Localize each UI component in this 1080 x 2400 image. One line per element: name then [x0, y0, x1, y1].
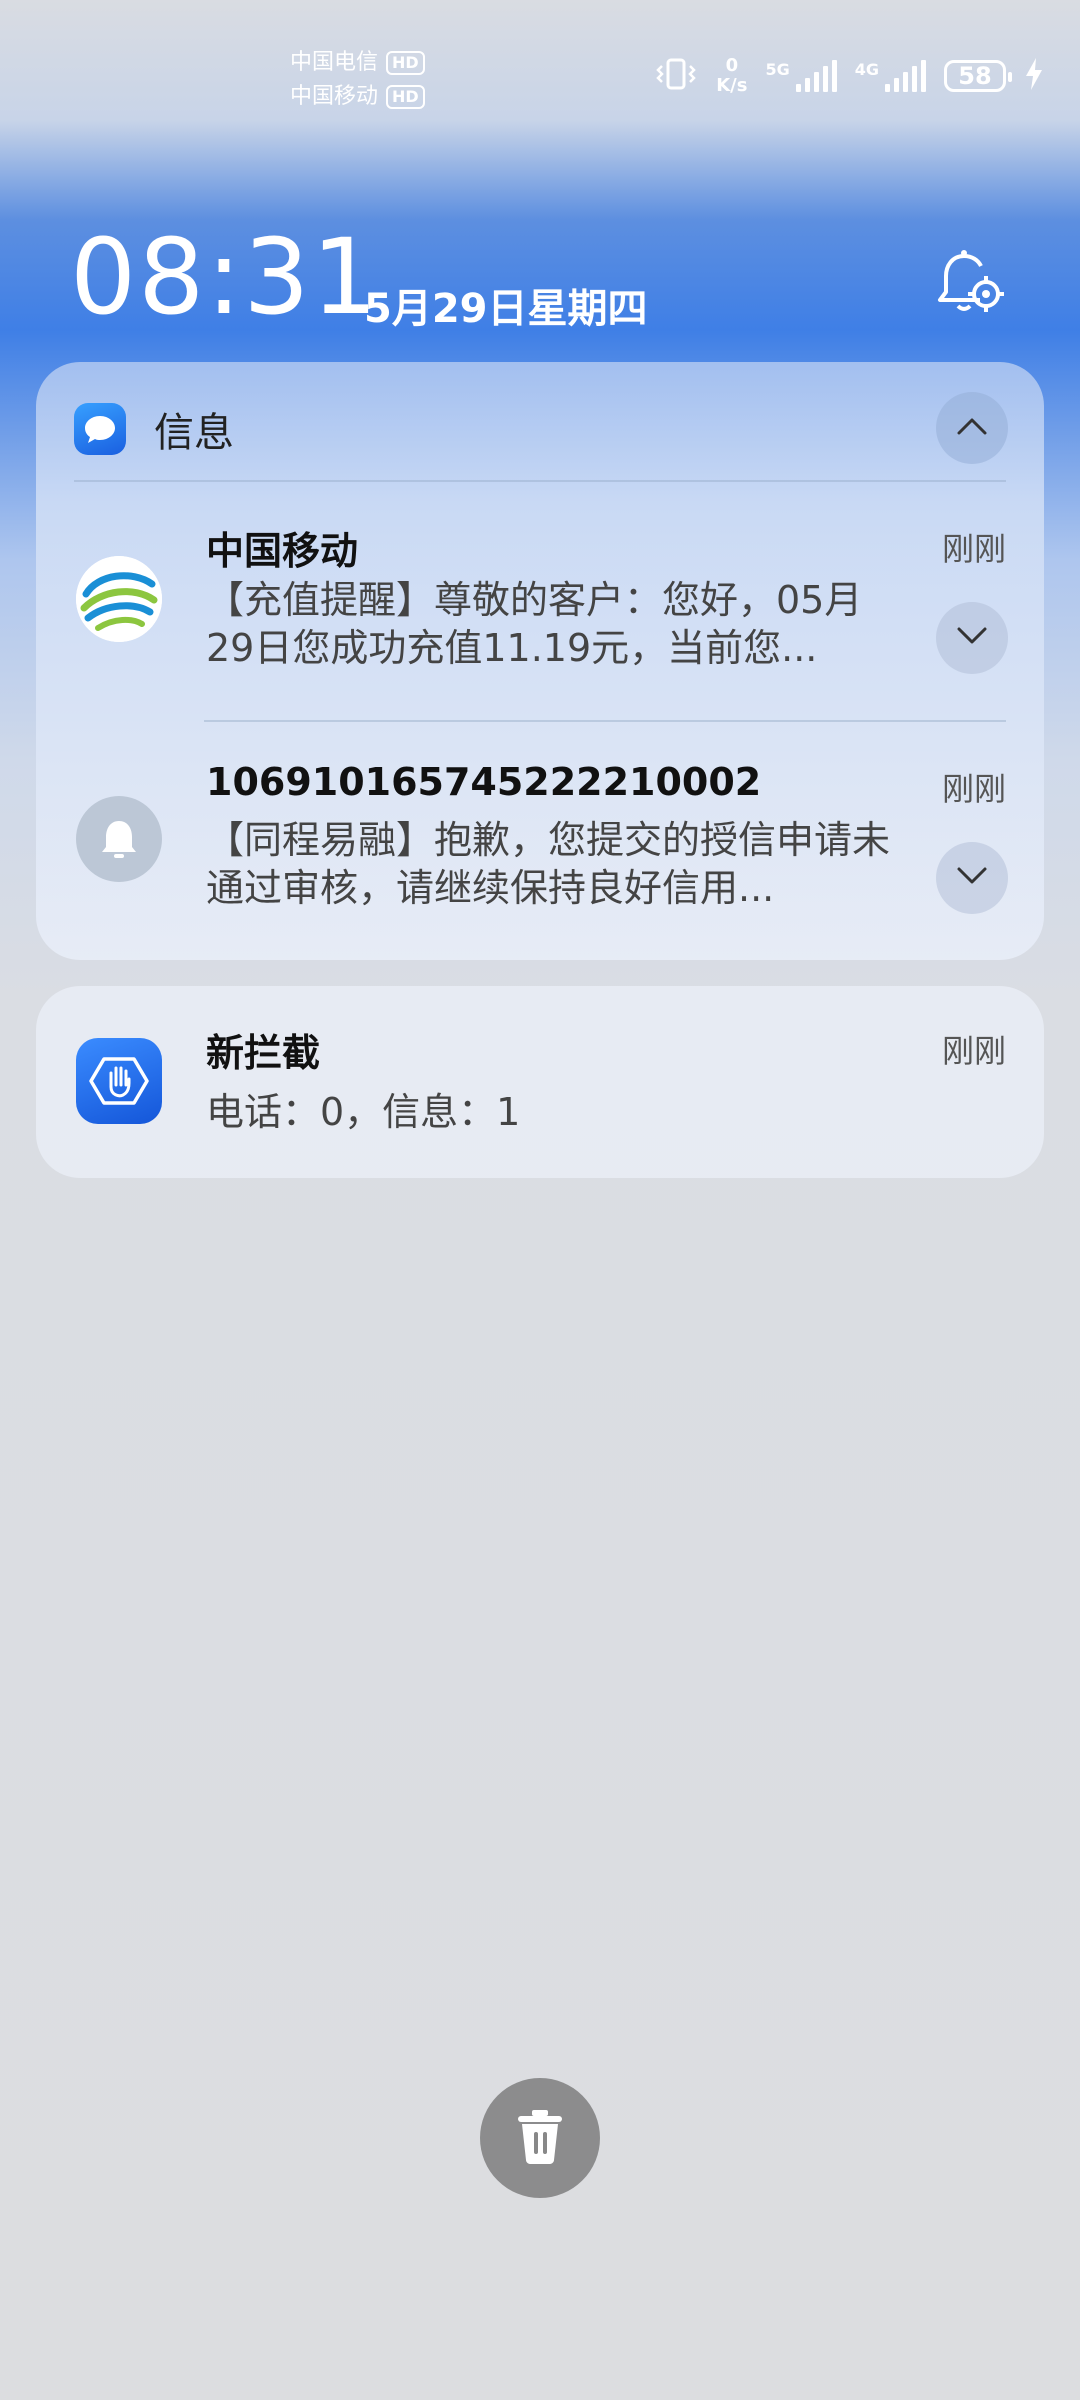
speed-unit: K/s [716, 75, 748, 96]
chevron-down-icon [956, 866, 988, 890]
collapse-button[interactable] [936, 392, 1008, 464]
trash-icon [512, 2106, 568, 2170]
notification-body: 【同程易融】抱歉，您提交的授信申请未通过审核，请继续保持良好信用... [206, 818, 891, 910]
message-notification-item[interactable]: 106910165745222210002 刚刚 【同程易融】抱歉，您提交的授信… [36, 720, 1044, 960]
chevron-up-icon [956, 416, 988, 440]
notification-settings-icon[interactable] [932, 248, 1006, 322]
carrier-2-label: 中国移动 [290, 84, 379, 109]
expand-button[interactable] [936, 602, 1008, 674]
expand-button[interactable] [936, 842, 1008, 914]
sim2-network-type: 4G [854, 60, 879, 79]
battery-level: 58 [958, 62, 992, 90]
battery-icon: 58 [944, 60, 1012, 92]
speed-value: 0 [725, 55, 739, 76]
blocked-hand-icon [76, 1038, 162, 1124]
bell-avatar-icon [76, 796, 162, 882]
lockscreen-clock: 08:31 [70, 216, 380, 338]
status-bar: 中国电信 HD 中国移动 HD 0 K/s 5G 4G 58 [0, 0, 1080, 120]
messages-app-header: 信息 [74, 400, 234, 458]
carrier-info: 中国电信 HD 中国移动 HD [290, 46, 425, 114]
status-icons: 0 K/s 5G 4G 58 [654, 56, 1044, 96]
vibrate-icon [654, 56, 698, 96]
clear-all-button[interactable] [480, 2078, 600, 2198]
messages-app-icon [74, 403, 126, 455]
lockscreen-date: 5月29日星期四 [364, 286, 648, 332]
network-speed: 0 K/s [716, 56, 747, 96]
messages-notification-group[interactable]: 信息 中国移动 刚刚 【充值提醒】尊敬的客户：您好，05月29日您成功充值11.… [36, 362, 1044, 960]
message-notification-item[interactable]: 中国移动 刚刚 【充值提醒】尊敬的客户：您好，05月29日您成功充值11.19元… [36, 480, 1044, 720]
chevron-down-icon [956, 626, 988, 650]
notification-sender: 106910165745222210002 [206, 760, 762, 804]
messages-app-name: 信息 [154, 410, 234, 456]
notification-time: 刚刚 [941, 530, 1006, 568]
blocked-time: 刚刚 [941, 1032, 1006, 1070]
notification-sender: 中国移动 [206, 529, 359, 573]
signal-5g-icon: 5G [765, 60, 837, 92]
blocked-summary: 电话：0，信息：1 [206, 1090, 521, 1134]
blocked-notification-card[interactable]: 新拦截 刚刚 电话：0，信息：1 [36, 986, 1044, 1178]
hd-badge-2: HD [386, 85, 425, 109]
carrier-1-label: 中国电信 [290, 50, 379, 75]
china-mobile-logo-icon [76, 556, 162, 642]
sim1-network-type: 5G [765, 60, 790, 79]
blocked-title: 新拦截 [206, 1031, 321, 1075]
notification-time: 刚刚 [941, 770, 1006, 808]
charging-icon [1024, 56, 1044, 96]
signal-4g-icon: 4G [855, 60, 926, 92]
hd-badge-1: HD [386, 51, 425, 75]
notification-body: 【充值提醒】尊敬的客户：您好，05月29日您成功充值11.19元，当前您... [206, 578, 863, 670]
